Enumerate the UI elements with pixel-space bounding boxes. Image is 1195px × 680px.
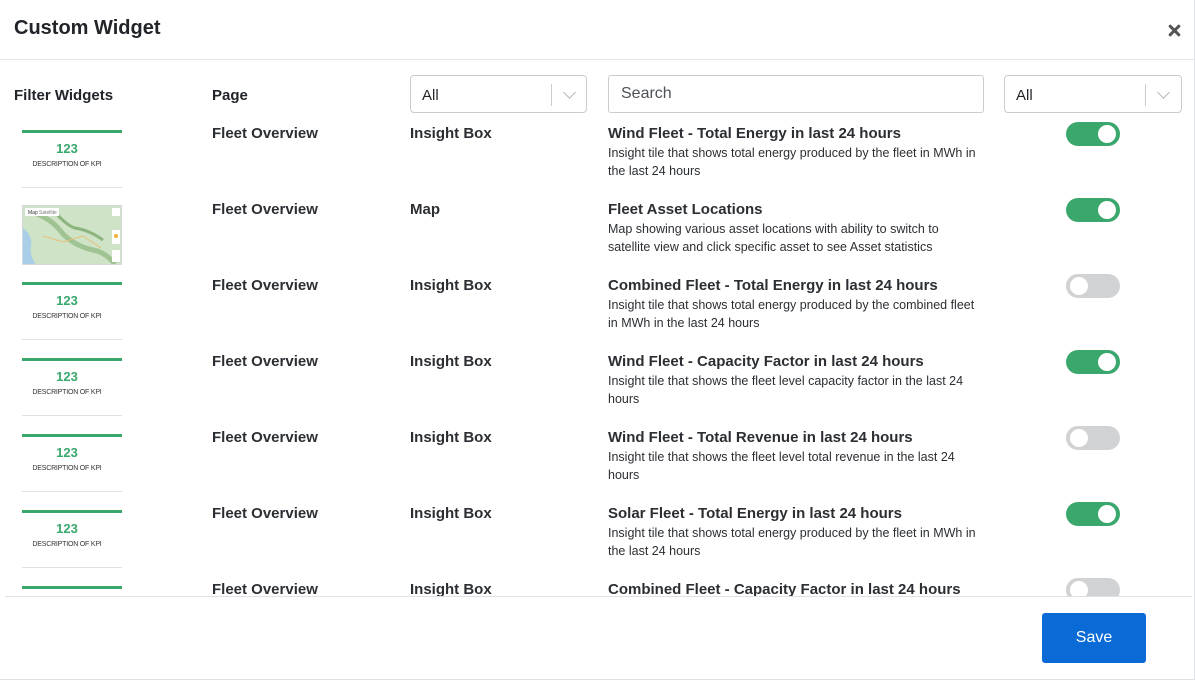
kpi-number: 123 xyxy=(56,445,78,460)
widget-description: Map showing various asset locations with… xyxy=(608,222,939,254)
select-divider xyxy=(551,84,552,106)
widget-row: Map Satellite Fleet Overview Map Fleet Asset… xyxy=(0,196,1195,272)
widget-toggle[interactable] xyxy=(1066,274,1120,298)
toggle-knob xyxy=(1098,201,1116,219)
widget-title: Combined Fleet - Capacity Factor in last… xyxy=(608,581,961,596)
toggle-knob xyxy=(1070,581,1088,596)
type-select[interactable]: All xyxy=(1004,75,1182,113)
kpi-divider xyxy=(22,339,122,340)
save-button[interactable]: Save xyxy=(1042,613,1146,663)
satellite-tab-label: Satellite xyxy=(39,210,57,216)
kpi-divider xyxy=(22,491,122,492)
kpi-divider xyxy=(22,415,122,416)
kpi-number: 123 xyxy=(56,293,78,308)
kpi-number: 123 xyxy=(56,141,78,156)
widget-description: Insight tile that shows total energy pro… xyxy=(608,298,975,330)
kpi-thumbnail: 123DESCRIPTION OF KPI xyxy=(22,586,122,596)
widget-title: Fleet Asset Locations xyxy=(608,201,763,218)
kpi-accent-bar xyxy=(22,434,122,437)
widget-description: Insight tile that shows total energy pro… xyxy=(608,526,976,558)
widget-toggle[interactable] xyxy=(1066,502,1120,526)
kpi-description: DESCRIPTION OF KPI xyxy=(32,389,102,396)
widget-title: Solar Fleet - Total Energy in last 24 ho… xyxy=(608,505,902,522)
kpi-accent-bar xyxy=(22,358,122,361)
page-select[interactable]: All xyxy=(410,75,587,113)
widget-type: Insight Box xyxy=(410,125,492,142)
widget-row: 123 DESCRIPTION OF KPI Fleet Overview Insig… xyxy=(0,272,1195,348)
map-tab-label: Map xyxy=(28,210,38,216)
modal-header: Custom Widget xyxy=(0,0,1195,60)
type-select-value: All xyxy=(1016,87,1033,104)
kpi-description: DESCRIPTION OF KPI xyxy=(32,541,102,548)
kpi-thumbnail: 123 DESCRIPTION OF KPI xyxy=(22,358,122,416)
widget-page: Fleet Overview xyxy=(212,353,318,370)
kpi-thumbnail: 123 DESCRIPTION OF KPI xyxy=(22,434,122,492)
widget-toggle[interactable] xyxy=(1066,426,1120,450)
page-column-label: Page xyxy=(212,87,248,104)
widget-title: Wind Fleet - Capacity Factor in last 24 … xyxy=(608,353,924,370)
search-input[interactable] xyxy=(608,75,984,113)
kpi-accent-bar xyxy=(22,586,122,589)
widget-toggle[interactable] xyxy=(1066,578,1120,596)
widget-page: Fleet Overview xyxy=(212,277,318,294)
widget-row: 123 DESCRIPTION OF KPI Fleet Overview Insig… xyxy=(0,500,1195,576)
kpi-accent-bar xyxy=(22,130,122,133)
chevron-down-icon[interactable] xyxy=(1157,87,1171,101)
page-select-value: All xyxy=(422,87,439,104)
widget-type: Insight Box xyxy=(410,277,492,294)
kpi-thumbnail: 123 DESCRIPTION OF KPI xyxy=(22,282,122,340)
kpi-number: 123 xyxy=(56,369,78,384)
modal-title: Custom Widget xyxy=(14,17,161,39)
filter-widgets-label: Filter Widgets xyxy=(14,87,114,104)
widget-description: Insight tile that shows total energy pro… xyxy=(608,146,976,178)
map-thumbnail: Map Satellite xyxy=(22,205,122,265)
widget-page: Fleet Overview xyxy=(212,581,318,596)
kpi-divider xyxy=(22,187,122,188)
kpi-accent-bar xyxy=(22,282,122,285)
widget-row: 123 DESCRIPTION OF KPI Fleet Overview Insig… xyxy=(0,424,1195,500)
widget-toggle[interactable] xyxy=(1066,198,1120,222)
widget-title: Combined Fleet - Total Energy in last 24… xyxy=(608,277,938,294)
widget-page: Fleet Overview xyxy=(212,505,318,522)
footer-divider xyxy=(5,596,1192,597)
toggle-knob xyxy=(1098,125,1116,143)
kpi-divider xyxy=(22,567,122,568)
kpi-description: DESCRIPTION OF KPI xyxy=(32,313,102,320)
widget-title: Wind Fleet - Total Revenue in last 24 ho… xyxy=(608,429,913,446)
widget-type: Insight Box xyxy=(410,429,492,446)
widget-toggle[interactable] xyxy=(1066,122,1120,146)
kpi-thumbnail: 123 DESCRIPTION OF KPI xyxy=(22,510,122,568)
map-thumbnail-image: Map Satellite xyxy=(23,206,121,264)
toggle-knob xyxy=(1098,505,1116,523)
toggle-knob xyxy=(1070,277,1088,295)
widget-description: Insight tile that shows the fleet level … xyxy=(608,450,955,482)
widget-row: 123 DESCRIPTION OF KPI Fleet Overview Insig… xyxy=(0,120,1195,196)
widget-row: 123DESCRIPTION OF KPI Fleet Overview Insig… xyxy=(0,576,1195,596)
widget-type: Insight Box xyxy=(410,505,492,522)
close-icon[interactable] xyxy=(1166,22,1184,40)
select-divider xyxy=(1145,84,1146,106)
chevron-down-icon[interactable] xyxy=(563,87,577,101)
widget-page: Fleet Overview xyxy=(212,429,318,446)
toggle-knob xyxy=(1098,353,1116,371)
widget-type: Insight Box xyxy=(410,353,492,370)
widget-list: 123 DESCRIPTION OF KPI Fleet Overview Insig… xyxy=(0,120,1195,596)
widget-title: Wind Fleet - Total Energy in last 24 hou… xyxy=(608,125,901,142)
kpi-description: DESCRIPTION OF KPI xyxy=(32,161,102,168)
custom-widget-modal: Custom Widget Filter Widgets Page All Al… xyxy=(0,0,1195,680)
widget-type: Map xyxy=(410,201,440,218)
kpi-description: DESCRIPTION OF KPI xyxy=(32,465,102,472)
toggle-knob xyxy=(1070,429,1088,447)
widget-type: Insight Box xyxy=(410,581,492,596)
kpi-thumbnail: 123 DESCRIPTION OF KPI xyxy=(22,130,122,188)
widget-row: 123 DESCRIPTION OF KPI Fleet Overview Insig… xyxy=(0,348,1195,424)
widget-page: Fleet Overview xyxy=(212,201,318,218)
widget-page: Fleet Overview xyxy=(212,125,318,142)
widget-description: Insight tile that shows the fleet level … xyxy=(608,374,964,406)
kpi-number: 123 xyxy=(56,521,78,536)
kpi-accent-bar xyxy=(22,510,122,513)
widget-toggle[interactable] xyxy=(1066,350,1120,374)
